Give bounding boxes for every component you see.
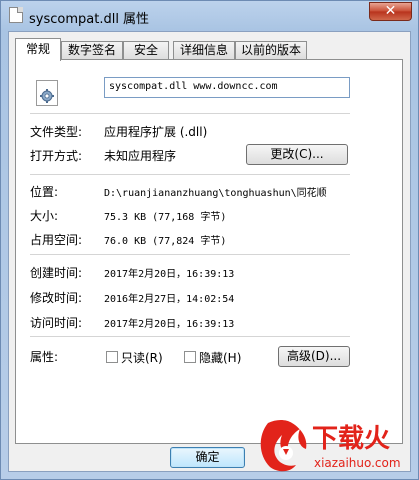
hidden-checkbox[interactable]	[184, 351, 196, 363]
readonly-label[interactable]: 只读(R)	[121, 349, 163, 366]
file-type-value: 应用程序扩展 (.dll)	[104, 125, 208, 139]
modified-value: 2016年2月27日，14:02:54	[104, 294, 235, 305]
tab-details[interactable]: 详细信息	[173, 41, 235, 60]
location-value: D:\ruanjiananzhuang\tonghuashun\同花顺	[104, 188, 327, 199]
close-button[interactable]: ✕	[369, 2, 412, 21]
properties-window: syscompat.dll 属性 ✕ 常规 数字签名 安全 详细信息 以前的版本	[0, 0, 419, 480]
location-label: 位置:	[30, 185, 59, 199]
watermark-url: xiazaihuo.com	[314, 456, 401, 470]
separator	[30, 254, 350, 255]
accessed-label: 访问时间:	[30, 316, 83, 330]
readonly-checkbox[interactable]	[106, 351, 118, 363]
dll-file-icon	[36, 80, 58, 106]
file-name-field[interactable]: syscompat.dll www.downcc.com	[104, 77, 350, 98]
size-on-disk-label: 占用空间:	[30, 233, 83, 247]
size-on-disk-value: 76.0 KB (77,824 字节)	[104, 236, 227, 247]
created-value: 2017年2月20日，16:39:13	[104, 269, 235, 280]
accessed-value: 2017年2月20日，16:39:13	[104, 319, 235, 330]
change-button[interactable]: 更改(C)...	[246, 144, 348, 165]
size-value: 75.3 KB (77,168 字节)	[104, 212, 227, 223]
size-label: 大小:	[30, 209, 59, 223]
tab-general[interactable]: 常规	[15, 38, 61, 61]
attributes-label: 属性:	[30, 350, 59, 364]
tab-security[interactable]: 安全	[123, 41, 169, 60]
tab-previous-versions[interactable]: 以前的版本	[235, 41, 307, 60]
hidden-label[interactable]: 隐藏(H)	[199, 349, 241, 366]
advanced-button[interactable]: 高级(D)...	[278, 346, 350, 367]
watermark-brand: 下载火	[312, 424, 390, 454]
modified-label: 修改时间:	[30, 291, 83, 305]
separator	[30, 336, 350, 337]
ok-button[interactable]: 确定	[170, 447, 245, 468]
xiazaihuo-watermark-logo: 下载火 xiazaihuo.com	[260, 420, 401, 472]
opens-with-label: 打开方式:	[30, 149, 83, 163]
file-type-label: 文件类型:	[30, 125, 83, 139]
opens-with-value: 未知应用程序	[104, 149, 177, 163]
general-panel: syscompat.dll www.downcc.com 文件类型: 应用程序扩…	[15, 59, 403, 444]
created-label: 创建时间:	[30, 266, 83, 280]
title-bar[interactable]: syscompat.dll 属性 ✕	[1, 1, 418, 31]
window-title: syscompat.dll 属性	[29, 12, 150, 27]
tab-digital-signatures[interactable]: 数字签名	[61, 41, 123, 60]
separator	[30, 113, 350, 114]
dialog-client: 常规 数字签名 安全 详细信息 以前的版本 syscompat.dll www.…	[8, 31, 411, 472]
separator	[30, 174, 350, 175]
document-icon	[9, 7, 23, 23]
